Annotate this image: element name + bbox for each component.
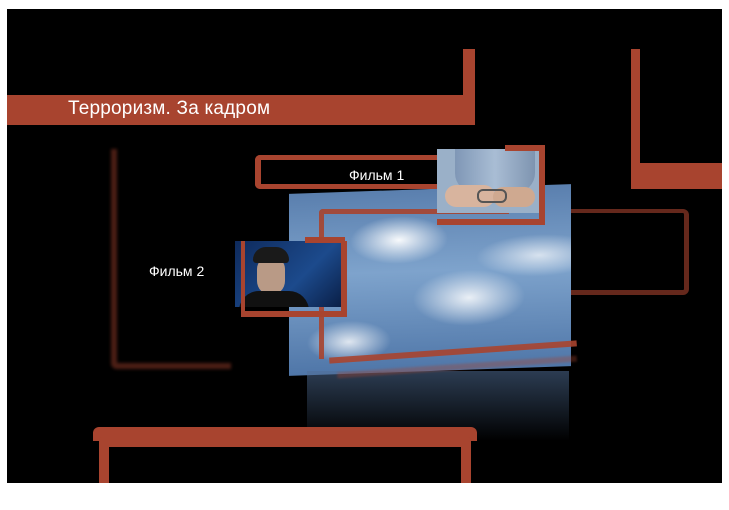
menu-item-film-2[interactable]: Фильм 2 [145,235,347,317]
menu-title: Терроризм. За кадром [68,98,271,119]
film-2-label: Фильм 2 [149,263,205,279]
dvd-menu-screen: Терроризм. За кадром Фильм 1 Фильм 2 [7,9,722,483]
film-1-thumbnail-tab [505,145,545,151]
film-2-thumbnail-frame [241,241,347,317]
background-frame-right [567,209,689,295]
title-bar-vertical [463,49,475,125]
bottom-frame [99,437,471,483]
menu-item-film-1[interactable]: Фильм 1 [253,145,545,227]
top-right-bracket-horizontal [631,163,722,189]
film-2-thumbnail-tab [305,237,345,243]
film-1-label-frame [255,155,441,189]
sky-panel-frame [319,209,509,359]
film-1-label: Фильм 1 [349,167,405,183]
film-1-thumbnail-frame [437,149,545,225]
